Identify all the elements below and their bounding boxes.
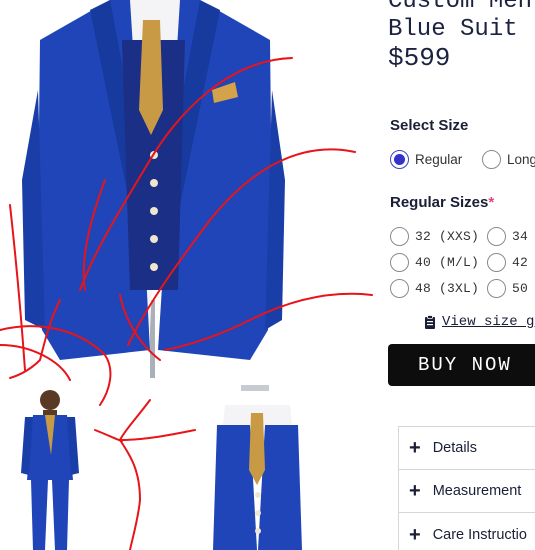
size-option-42[interactable]: 42 xyxy=(487,253,528,272)
plus-icon: + xyxy=(409,523,421,546)
radio-regular[interactable] xyxy=(390,150,409,169)
accordion-care-instructions[interactable]: + Care Instructio xyxy=(399,513,535,550)
regular-sizes-label: Regular Sizes* xyxy=(390,194,494,211)
model-in-suit-image xyxy=(21,390,79,550)
radio-50[interactable] xyxy=(487,279,506,298)
select-size-label: Select Size xyxy=(390,117,469,134)
size-option-label: 32 (XXS) xyxy=(415,229,480,244)
size-guide-row: View size gui xyxy=(424,314,535,330)
thumbnail-model[interactable] xyxy=(5,385,115,550)
required-asterisk: * xyxy=(488,194,495,211)
product-price: $599 xyxy=(388,43,451,73)
accordion-details[interactable]: + Details xyxy=(399,427,535,470)
product-info-panel: Custom Men's Blue Suit $599 Select Size … xyxy=(388,0,535,550)
size-option-48-3xl[interactable]: 48 (3XL) xyxy=(390,279,479,298)
buy-now-button[interactable]: BUY NOW xyxy=(388,344,535,386)
clipboard-icon xyxy=(425,315,435,329)
size-option-label: 34 ( xyxy=(512,229,535,244)
radio-40-ml[interactable] xyxy=(390,253,409,272)
size-option-label: 48 (3XL) xyxy=(415,281,480,296)
radio-34[interactable] xyxy=(487,227,506,246)
size-option-50[interactable]: 50 ( xyxy=(487,279,535,298)
suit-jacket-image xyxy=(22,0,285,378)
thumbnail-vest[interactable] xyxy=(195,385,320,550)
size-type-long[interactable]: Long xyxy=(482,150,535,169)
size-option-label: 42 xyxy=(512,255,529,270)
product-accordion: + Details + Measurement + Care Instructi… xyxy=(398,426,535,550)
size-option-label: 50 ( xyxy=(512,281,535,296)
accordion-details-label: Details xyxy=(432,440,478,456)
regular-sizes-text: Regular Sizes xyxy=(390,194,489,211)
main-product-image[interactable] xyxy=(0,0,375,378)
product-gallery xyxy=(0,0,375,550)
product-title-line2: Blue Suit xyxy=(388,16,518,43)
accordion-care-label: Care Instructio xyxy=(432,526,527,543)
radio-32-xxs[interactable] xyxy=(390,227,409,246)
product-title-line1: Custom Men's xyxy=(388,0,535,15)
radio-long[interactable] xyxy=(482,150,501,169)
view-size-guide-link[interactable]: View size gui xyxy=(442,314,535,330)
accordion-measurement[interactable]: + Measurement xyxy=(399,470,535,513)
size-type-regular-label: Regular xyxy=(415,152,463,167)
accordion-measurement-label: Measurement xyxy=(432,483,522,499)
size-option-34[interactable]: 34 ( xyxy=(487,227,535,246)
size-option-40-ml[interactable]: 40 (M/L) xyxy=(390,253,479,272)
size-option-32-xxs[interactable]: 32 (XXS) xyxy=(390,227,479,246)
radio-48-3xl[interactable] xyxy=(390,279,409,298)
product-title: Custom Men's Blue Suit xyxy=(388,0,535,44)
radio-42[interactable] xyxy=(487,253,506,272)
size-option-label: 40 (M/L) xyxy=(415,255,480,270)
plus-icon: + xyxy=(409,480,421,502)
vest-image xyxy=(213,385,302,550)
size-type-regular[interactable]: Regular xyxy=(390,150,462,169)
plus-icon: + xyxy=(409,437,421,459)
size-type-long-label: Long xyxy=(507,152,535,167)
